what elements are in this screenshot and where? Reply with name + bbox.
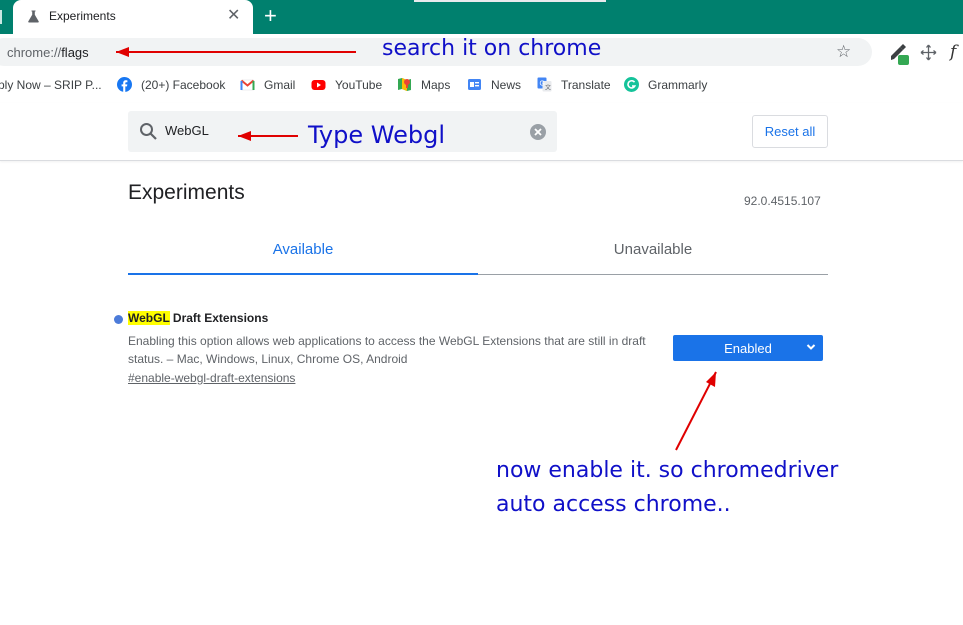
bookmark-item[interactable]: ply Now – SRIP P... xyxy=(0,78,102,92)
gmail-icon xyxy=(240,79,255,91)
eyedropper-extension-icon[interactable] xyxy=(888,42,910,66)
flag-state-value: Enabled xyxy=(724,341,772,356)
url-text[interactable]: chrome://flags xyxy=(7,45,89,60)
tab-title: Experiments xyxy=(49,9,116,23)
flask-icon xyxy=(28,10,39,23)
flag-description: Enabling this option allows web applicat… xyxy=(128,334,646,366)
annotation-enable-line2: auto access chrome.. xyxy=(496,492,731,517)
annotation-enable-line1: now enable it. so chromedriver xyxy=(496,458,839,483)
tab-available[interactable]: Available xyxy=(128,230,478,275)
bookmark-item[interactable]: Gmail xyxy=(264,78,295,92)
function-extension-icon[interactable]: f xyxy=(950,42,956,62)
modified-indicator-dot xyxy=(114,315,123,324)
bookmark-item[interactable]: Translate xyxy=(561,78,611,92)
tab-strip-edge xyxy=(0,10,2,24)
bookmark-item[interactable]: (20+) Facebook xyxy=(141,78,225,92)
annotation-search-note: search it on chrome xyxy=(382,36,602,61)
flag-title-highlight: WebGL xyxy=(128,311,170,325)
url-scheme: chrome:// xyxy=(7,45,62,60)
new-tab-button[interactable]: + xyxy=(264,3,277,29)
annotation-type-note: Type Webgl xyxy=(308,121,445,149)
flag-permalink[interactable]: #enable-webgl-draft-extensions xyxy=(128,371,295,385)
tab-experiments[interactable]: Experiments ✕ xyxy=(13,0,253,34)
url-host: flags xyxy=(61,45,89,60)
flags-header: WebGL Reset all xyxy=(0,103,963,161)
flag-state-select[interactable]: Enabled xyxy=(673,335,823,361)
bookmark-item[interactable]: YouTube xyxy=(335,78,382,92)
reset-all-button[interactable]: Reset all xyxy=(752,115,828,148)
grammarly-icon xyxy=(624,77,639,92)
translate-icon: G 文 xyxy=(537,77,552,92)
bookmark-item[interactable]: Maps xyxy=(421,78,450,92)
youtube-icon xyxy=(311,80,326,90)
tab-close-icon[interactable]: ✕ xyxy=(227,8,240,24)
maps-icon xyxy=(398,78,411,91)
search-input[interactable]: WebGL xyxy=(165,123,209,138)
svg-text:文: 文 xyxy=(545,84,551,92)
clear-search-icon[interactable] xyxy=(530,124,546,140)
version-label: 92.0.4515.107 xyxy=(744,194,821,208)
annotation-enable-note: now enable it. so chromedriver auto acce… xyxy=(496,454,838,522)
move-extension-icon[interactable] xyxy=(920,44,937,61)
flag-title-rest: Draft Extensions xyxy=(169,311,269,325)
flags-tabs: Available Unavailable xyxy=(128,230,828,275)
bookmark-item[interactable]: News xyxy=(491,78,521,92)
page-title: Experiments xyxy=(128,181,245,204)
flag-title: WebGL Draft Extensions xyxy=(128,311,268,325)
bookmark-item[interactable]: Grammarly xyxy=(648,78,707,92)
bookmark-star-icon[interactable]: ☆ xyxy=(836,42,851,62)
chevron-down-icon xyxy=(806,344,816,350)
news-icon xyxy=(468,79,481,90)
tab-strip: Experiments ✕ + xyxy=(0,0,963,34)
tab-unavailable[interactable]: Unavailable xyxy=(478,230,828,275)
facebook-icon xyxy=(117,77,132,92)
arrow-to-enabled-select xyxy=(675,371,717,451)
tab-strip-bar xyxy=(414,0,606,2)
bookmarks-bar: ply Now – SRIP P... (20+) Facebook Gmail… xyxy=(0,71,963,99)
search-icon xyxy=(140,123,157,140)
